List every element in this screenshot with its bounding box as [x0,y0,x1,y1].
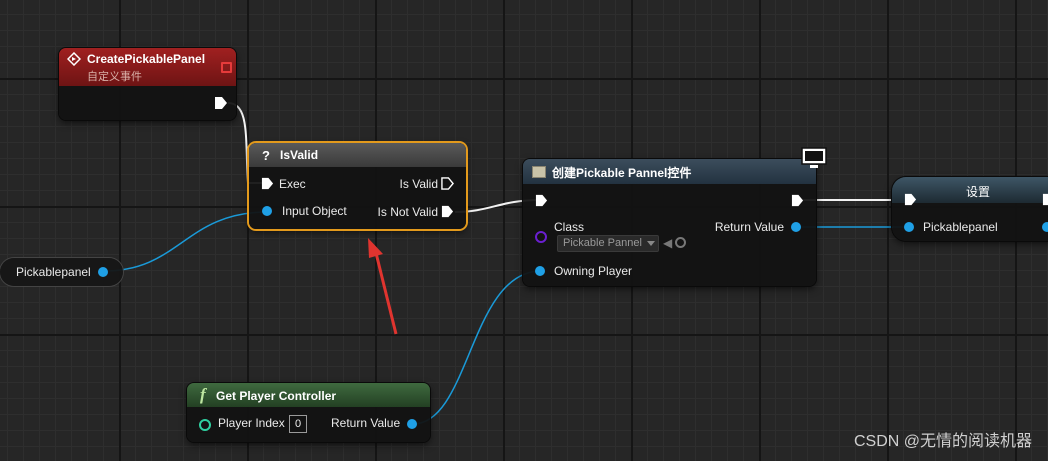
exec-label: Exec [279,177,306,191]
player-index-label: Player Index [218,416,285,430]
watermark: CSDN @无情的阅读机器 [853,433,1032,450]
widget-icon [532,166,546,178]
browse-search-icon[interactable] [675,237,686,248]
create-exec-out-pin[interactable] [791,194,804,207]
set-variable-node[interactable]: 设置 Pickablepanel [892,177,1048,241]
monitor-icon [801,147,827,168]
is-valid-label: Is Valid [399,177,438,191]
set-title: 设置 [966,185,991,199]
set-exec-out-pin[interactable] [1042,193,1048,206]
isvalid-header: ? IsValid [249,143,466,167]
create-return-value-pin[interactable] [791,222,801,232]
create-widget-node[interactable]: 创建Pickable Pannel控件 Class Pickable Panne… [523,147,827,286]
isvalid-node[interactable]: ? IsValid Exec Is Valid Input Object Is … [249,143,466,229]
annotation-arrow [374,252,398,335]
create-widget-header: 创建Pickable Pannel控件 [523,159,816,184]
pickablepanel-var-node[interactable]: Pickablepanel [0,258,123,286]
event-exec-out-pin[interactable] [214,96,228,110]
isvalid-title: IsValid [280,148,319,162]
delegate-pin-icon[interactable] [221,62,232,73]
return-value-label: Return Value [714,220,784,234]
custom-event-node[interactable]: CreatePickablePanel 自定义事件 [59,48,236,120]
class-label: Class [554,220,585,234]
set-exec-in-pin[interactable] [904,193,917,206]
create-exec-in-pin[interactable] [535,194,548,207]
get-player-controller-node[interactable]: f Get Player Controller Player Index 0 R… [187,383,430,442]
class-dropdown-value: Pickable Pannel [563,237,642,249]
question-mark-icon: ? [262,148,270,163]
object-wire-getpc-to-owning [412,270,542,425]
input-object-pin[interactable] [262,206,272,216]
getpc-return-value-pin[interactable] [407,419,417,429]
class-pin[interactable] [535,231,547,243]
get-player-controller-header: f Get Player Controller [187,383,430,407]
get-player-controller-title: Get Player Controller [216,389,337,403]
is-not-valid-exec-out-pin[interactable] [441,205,454,218]
set-output-pin[interactable] [1042,222,1048,232]
chevron-down-icon [647,241,655,246]
set-pin-label: Pickablepanel [923,220,998,234]
use-selected-arrow-icon[interactable]: ◀ [663,236,672,250]
isvalid-exec-in-pin[interactable] [261,177,274,190]
function-icon: f [200,385,206,404]
class-dropdown[interactable]: Pickable Pannel [557,235,659,252]
custom-event-header: CreatePickablePanel 自定义事件 [59,48,236,86]
getpc-return-value-label: Return Value [331,416,401,430]
var-label: Pickablepanel [16,265,91,279]
custom-event-title: CreatePickablePanel [87,52,206,66]
var-output-pin[interactable] [98,267,108,277]
set-input-pin[interactable] [904,222,914,232]
player-index-field[interactable]: 0 [289,415,307,433]
player-index-pin[interactable] [199,419,211,431]
event-diamond-icon [67,52,81,66]
owning-player-label: Owning Player [554,264,633,278]
is-valid-exec-out-pin[interactable] [441,177,454,190]
create-widget-title: 创建Pickable Pannel控件 [552,166,692,180]
owning-player-pin[interactable] [535,266,545,276]
input-object-label: Input Object [282,204,347,218]
object-wire-var-to-isvalid [103,211,269,272]
is-not-valid-label: Is Not Valid [377,205,438,219]
custom-event-subtitle: 自定义事件 [87,71,142,83]
